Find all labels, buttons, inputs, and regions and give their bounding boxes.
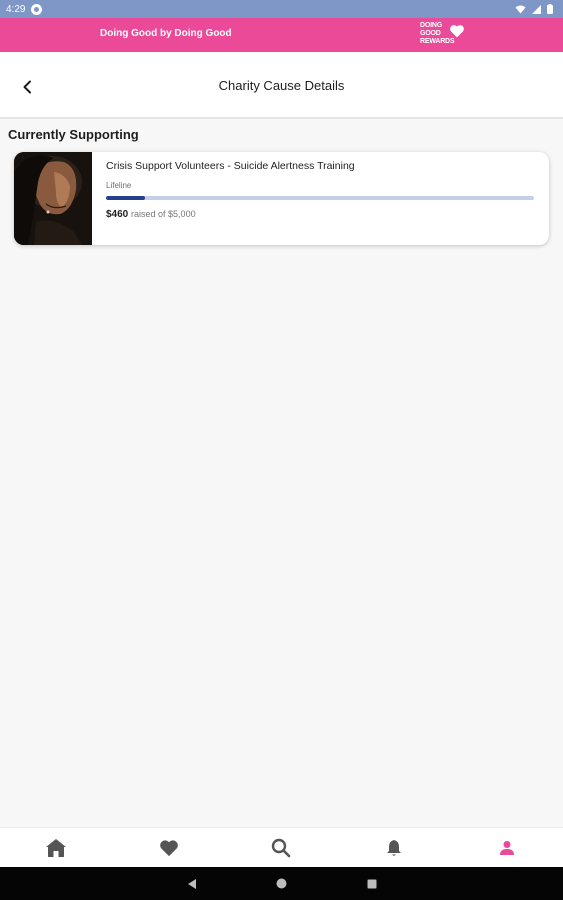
bell-icon: [387, 839, 402, 856]
amount-row: $460 raised of $5,000: [106, 209, 535, 220]
page-title: Charity Cause Details: [218, 78, 345, 93]
nav-home[interactable]: [36, 828, 76, 868]
app-header: Charity Cause Details: [0, 52, 563, 119]
search-icon: [272, 838, 291, 857]
bottom-nav: [0, 827, 563, 867]
nav-search[interactable]: [261, 828, 301, 868]
profile-icon: [499, 840, 514, 855]
cause-info: Crisis Support Volunteers - Suicide Aler…: [106, 160, 535, 220]
section-title: Currently Supporting: [8, 127, 139, 142]
square-recents-icon: [367, 879, 376, 888]
cause-title: Crisis Support Volunteers - Suicide Aler…: [106, 160, 355, 172]
system-back-button[interactable]: [185, 877, 199, 891]
brand-banner: Doing Good by Doing Good DOING GOOD REWA…: [0, 18, 563, 52]
cause-organization: Lifeline: [106, 181, 132, 190]
raised-goal-text: raised of $5,000: [131, 209, 196, 219]
cause-image: [14, 152, 92, 245]
brand-logo: DOING GOOD REWARDS: [420, 22, 466, 48]
nav-notifications[interactable]: [374, 828, 414, 868]
app-notification-icon: [31, 3, 43, 15]
circle-home-icon: [276, 878, 287, 889]
progress-fill: [106, 196, 146, 200]
battery-icon: [547, 4, 553, 14]
cellular-signal-icon: [532, 4, 541, 14]
raised-amount: $460: [106, 209, 129, 220]
cause-card[interactable]: Crisis Support Volunteers - Suicide Aler…: [14, 152, 549, 245]
home-icon: [46, 838, 67, 857]
status-left: 4:29: [6, 3, 43, 15]
wifi-icon: [515, 5, 526, 13]
system-nav-bar: [0, 867, 563, 900]
status-time: 4:29: [6, 3, 26, 15]
heart-icon: [160, 839, 178, 856]
system-home-button[interactable]: [275, 877, 289, 891]
system-recents-button[interactable]: [365, 877, 379, 891]
nav-profile[interactable]: [487, 828, 527, 868]
status-right: [515, 4, 553, 14]
logo-heart-icon: [450, 25, 464, 38]
status-bar: 4:29: [0, 0, 563, 18]
brand-tagline: Doing Good by Doing Good: [100, 28, 232, 39]
nav-favorites[interactable]: [149, 828, 189, 868]
brand-logo-line: REWARDS: [420, 38, 455, 45]
triangle-back-icon: [187, 878, 196, 889]
progress-bar: [106, 196, 534, 200]
